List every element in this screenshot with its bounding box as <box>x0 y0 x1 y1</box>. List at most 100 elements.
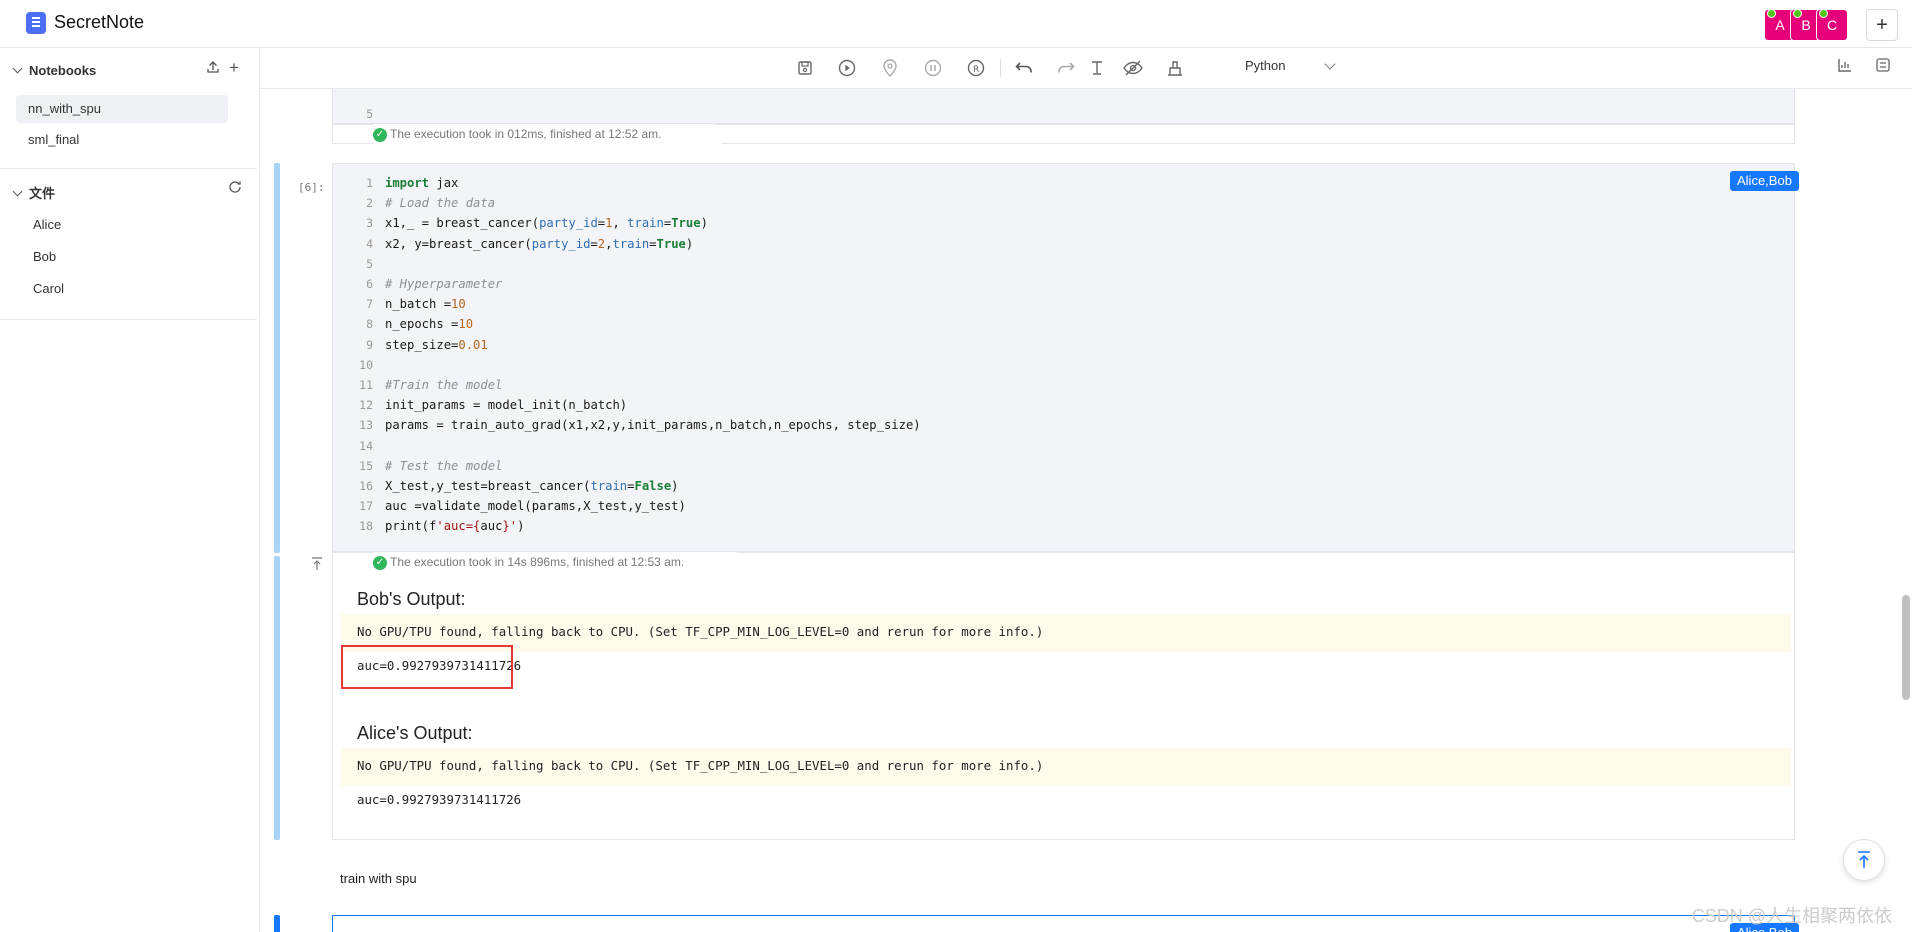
code-comment: # Hyperparameter <box>385 277 503 291</box>
code-keyword: True <box>656 236 686 251</box>
code-text: ) <box>671 479 679 493</box>
scroll-to-top-button[interactable] <box>1843 839 1885 881</box>
chart-icon[interactable] <box>1837 57 1853 78</box>
code-text: = <box>649 236 657 251</box>
code-line: 17 auc =validate_model(params,X_test,y_te… <box>333 496 1733 516</box>
online-dot-icon <box>1793 9 1802 18</box>
code-content: # Hyperparameter <box>385 274 502 294</box>
clear-output-icon[interactable] <box>1164 57 1186 79</box>
line-number: 13 <box>359 418 373 433</box>
upload-icon[interactable] <box>206 60 220 77</box>
line-number: 10 <box>359 357 373 372</box>
collapse-output-icon[interactable] <box>311 557 323 574</box>
code-cell-previous[interactable]: 5 return roc_auc_score(y_test,y_pred) <box>332 89 1795 141</box>
chevron-down-icon <box>12 63 23 74</box>
add-party-button[interactable]: + <box>1866 9 1898 41</box>
code-line: 4 x2, y=breast_cancer(party_id=2,train=Tr… <box>333 234 1733 254</box>
party-tag[interactable]: Alice,Bob <box>1730 171 1799 191</box>
code-text: n_batch = <box>385 297 452 312</box>
markdown-cell-text[interactable]: train with spu <box>340 871 417 886</box>
code-comment: #Train the model <box>385 378 503 392</box>
code-keyword: import <box>385 176 430 190</box>
toolbar-divider <box>1000 59 1001 77</box>
line-number: 1 <box>366 176 373 190</box>
code-text: = <box>590 236 598 251</box>
run-cell-icon[interactable] <box>836 57 858 79</box>
code-text: print(f <box>385 519 437 534</box>
line-number: 16 <box>359 479 373 493</box>
alice-output-warning: No GPU/TPU found, falling back to CPU. (… <box>341 748 1791 786</box>
settings-icon[interactable] <box>1875 57 1891 78</box>
code-content: n_batch =10 <box>385 294 466 314</box>
notebooks-panel-header[interactable]: Notebooks <box>12 63 96 78</box>
code-text: x2, y=breast_cancer( <box>385 236 532 251</box>
avatar-c[interactable]: C <box>1816 9 1848 41</box>
output-gutter-bar[interactable] <box>274 556 280 840</box>
code-line: 5 return roc_auc_score(y_test,y_pred) <box>333 89 1733 141</box>
cell-gutter-bar[interactable] <box>274 163 280 553</box>
kernel-language-select[interactable]: Python <box>1245 58 1285 73</box>
bob-output-warning: No GPU/TPU found, falling back to CPU. (… <box>341 614 1791 652</box>
code-text: n_epochs = <box>385 317 459 332</box>
code-line: 10 <box>333 355 1733 375</box>
interrupt-icon[interactable] <box>922 57 944 79</box>
notebook-item-nn-with-spu[interactable]: nn_with_spu <box>16 95 228 123</box>
code-text: , <box>612 216 628 231</box>
code-line: 16 X_test,y_test=breast_cancer(train=Fals… <box>333 476 1733 496</box>
notebook-item-sml-final[interactable]: sml_final <box>16 126 228 154</box>
hide-output-icon[interactable] <box>1122 57 1144 79</box>
refresh-icon[interactable] <box>228 180 242 197</box>
code-cell[interactable]: 1 import jax 2 # Load the data 3 x1,_ = breas… <box>332 163 1795 552</box>
code-content: X_test,y_test=breast_cancer(train=False) <box>385 476 679 496</box>
next-cell-gutter-bar[interactable] <box>274 915 280 932</box>
code-param: party_id <box>539 216 598 231</box>
code-content: step_size=0.01 <box>385 335 488 355</box>
line-number: 15 <box>359 458 373 473</box>
files-panel: 文件 Alice Bob Carol <box>0 169 257 320</box>
code-content: # Load the data <box>385 193 495 213</box>
code-text: ) <box>700 216 708 231</box>
code-line: 13 params = train_auto_grad(x1,x2,y,init_… <box>333 415 1733 435</box>
line-number: 5 <box>366 256 373 271</box>
code-line: 9 step_size=0.01 <box>333 335 1733 355</box>
code-line: 12 init_params = model_init(n_batch) <box>333 395 1733 415</box>
file-item-carol[interactable]: Carol <box>33 281 64 296</box>
code-content: #Train the model <box>385 375 502 395</box>
code-text: x1,_ = breast_cancer( <box>385 216 540 231</box>
code-cell-next[interactable] <box>332 915 1795 932</box>
code-text: X_test,y_test=breast_cancer( <box>385 479 591 493</box>
online-dot-icon <box>1819 9 1828 18</box>
code-comment: # Test the model <box>385 458 503 473</box>
code-line: 11 #Train the model <box>333 375 1733 395</box>
redo-icon[interactable] <box>1055 57 1077 79</box>
line-number: 8 <box>366 317 373 332</box>
code-line: 15 # Test the model <box>333 456 1733 476</box>
notebook-main: 5 return roc_auc_score(y_test,y_pred) ✓T… <box>260 89 1912 932</box>
secretnote-logo-icon <box>26 12 46 34</box>
csdn-watermark: CSDN @人生相聚两依依 <box>1691 906 1892 926</box>
line-number: 17 <box>359 499 373 514</box>
code-content: x2, y=breast_cancer(party_id=2,train=Tru… <box>385 234 693 254</box>
undo-icon[interactable] <box>1013 57 1035 79</box>
vertical-scrollbar[interactable] <box>1902 595 1910 700</box>
file-item-bob[interactable]: Bob <box>33 249 56 264</box>
add-notebook-icon[interactable]: + <box>229 58 239 78</box>
file-item-alice[interactable]: Alice <box>33 217 61 232</box>
line-number: 6 <box>366 277 373 291</box>
restart-kernel-icon[interactable]: R <box>965 57 987 79</box>
location-icon[interactable] <box>879 57 901 79</box>
line-number: 2 <box>366 196 373 211</box>
code-line: 7 n_batch =10 <box>333 294 1733 314</box>
text-format-icon[interactable] <box>1086 57 1108 79</box>
code-line: 6 # Hyperparameter <box>333 274 1733 294</box>
chevron-down-icon[interactable] <box>1324 58 1336 70</box>
code-param: train <box>627 216 664 231</box>
line-number: 3 <box>366 216 373 231</box>
line-number: 4 <box>366 236 373 251</box>
code-line: 14 <box>333 436 1733 456</box>
code-comment: # Load the data <box>385 196 496 211</box>
code-content: n_epochs =10 <box>385 314 473 334</box>
files-panel-header[interactable]: 文件 <box>12 183 55 202</box>
code-text: jax <box>429 176 459 190</box>
save-icon[interactable] <box>794 57 816 79</box>
